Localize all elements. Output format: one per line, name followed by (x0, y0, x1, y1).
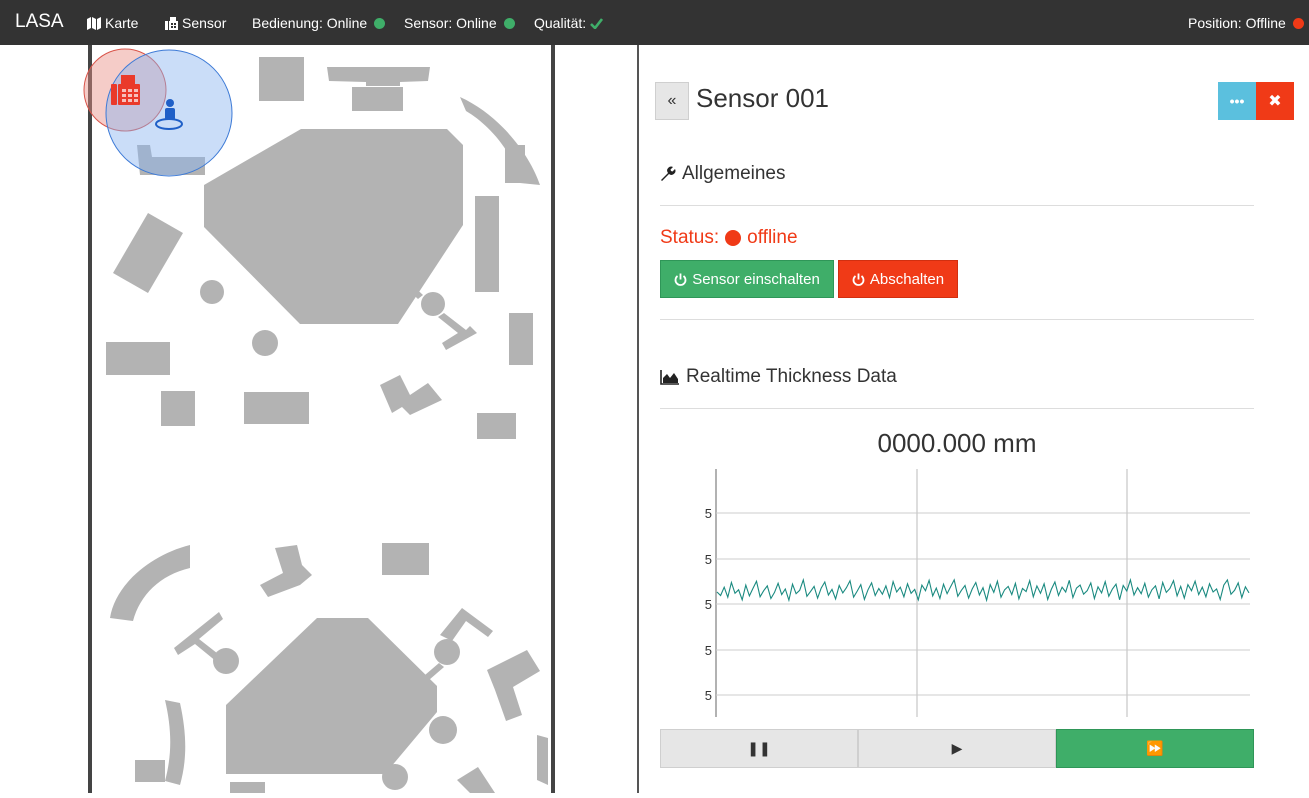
nav-item-karte-label: Karte (105, 15, 139, 31)
more-button[interactable]: ••• (1218, 82, 1256, 120)
status-qualitaet: Qualität: (534, 14, 604, 32)
status-sensor: Sensor: Online (404, 14, 515, 32)
sensor-panel: « Sensor 001 ••• ✖ Allgemeines Status: o… (640, 45, 1309, 793)
map-icon (87, 16, 101, 30)
status-qualitaet-label: Qualität: (534, 15, 587, 31)
sensor-on-button[interactable]: Sensor einschalten (660, 260, 834, 298)
offline-indicator-icon (1292, 17, 1304, 29)
online-indicator-icon (503, 17, 515, 29)
offline-indicator-icon (725, 230, 742, 246)
fast-forward-button[interactable]: ⏩ (1056, 729, 1254, 768)
status-value: offline (747, 227, 798, 248)
section-realtime: Realtime Thickness Data (660, 366, 897, 388)
play-button[interactable]: ▶ (858, 729, 1056, 768)
shutdown-label: Abschalten (869, 270, 945, 288)
status-sensor-label: Sensor: Online (404, 15, 497, 31)
y-tick-label: 5 (705, 597, 712, 612)
nav-item-sensor[interactable]: Sensor (165, 14, 226, 32)
floor-map[interactable] (0, 40, 638, 798)
status-prefix: Status: (660, 227, 720, 248)
section-realtime-label: Realtime Thickness Data (686, 366, 897, 387)
top-navbar: LASA Karte Sensor Bedienung: Online Sens… (0, 0, 1309, 45)
thickness-chart: 5 5 5 5 5 (705, 469, 1250, 717)
power-icon (852, 273, 865, 286)
shutdown-button[interactable]: Abschalten (838, 260, 958, 298)
divider-line (660, 408, 1254, 409)
sensor-status: Status: offline (660, 227, 798, 249)
divider-line (660, 205, 1254, 206)
fax-icon (165, 16, 178, 30)
section-allgemeines: Allgemeines (660, 163, 786, 185)
nav-item-karte[interactable]: Karte (87, 14, 138, 32)
status-bedienung: Bedienung: Online (252, 14, 386, 32)
floor-plan-canvas[interactable] (0, 40, 638, 798)
thickness-reading: 0000.000 mm (877, 428, 1037, 458)
panel-divider[interactable] (637, 45, 639, 793)
online-indicator-icon (374, 17, 386, 29)
y-tick-label: 5 (705, 643, 712, 658)
divider-line (660, 319, 1254, 320)
playback-controls: ❚❚ ▶ ⏩ (660, 729, 1254, 768)
area-chart-icon (660, 370, 679, 385)
nav-item-sensor-label: Sensor (182, 15, 227, 31)
back-button[interactable]: « (655, 82, 689, 120)
section-allgemeines-label: Allgemeines (682, 163, 786, 184)
y-tick-label: 5 (705, 688, 712, 703)
check-icon (590, 17, 604, 29)
wrench-icon (661, 166, 676, 181)
y-tick-label: 5 (705, 552, 712, 567)
pause-button[interactable]: ❚❚ (660, 729, 858, 768)
sensor-on-label: Sensor einschalten (692, 270, 820, 288)
brand-logo[interactable]: LASA (15, 11, 64, 33)
status-position: Position: Offline (1188, 14, 1304, 32)
status-position-label: Position: Offline (1188, 15, 1286, 31)
chart-series-line (716, 577, 1250, 603)
panel-title: Sensor 001 (696, 83, 829, 113)
close-button[interactable]: ✖ (1256, 82, 1294, 120)
y-tick-label: 5 (705, 506, 712, 521)
power-icon (674, 273, 687, 286)
status-bedienung-label: Bedienung: Online (252, 15, 368, 31)
